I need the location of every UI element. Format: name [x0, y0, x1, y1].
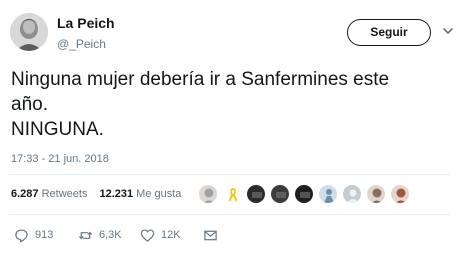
- author-name[interactable]: La Peich: [57, 15, 115, 31]
- like-count: 12K: [161, 229, 181, 241]
- author-avatar[interactable]: [10, 13, 48, 51]
- yellow-ribbon-icon[interactable]: [222, 184, 242, 204]
- tweet-menu-button[interactable]: [441, 24, 455, 38]
- likes-label: Me gusta: [136, 188, 182, 200]
- tweet-stats: 6.287 Retweets 12.231 Me gusta: [11, 188, 181, 200]
- retweets-label: Retweets: [41, 188, 88, 200]
- likes-stat[interactable]: 12.231 Me gusta: [99, 188, 181, 200]
- direct-message-button[interactable]: [203, 226, 218, 244]
- avatar-dark-icon[interactable]: [246, 184, 266, 204]
- reply-button[interactable]: 913: [14, 226, 53, 244]
- avatar-photo-icon: [10, 13, 48, 51]
- retweet-count: 6,3K: [99, 229, 122, 241]
- avatar-dark-icon[interactable]: [270, 184, 290, 204]
- avatar-figure-icon[interactable]: [318, 184, 338, 204]
- tweet-text: Ninguna mujer debería ir a Sanfermines e…: [11, 69, 390, 140]
- avatar-face-icon[interactable]: [366, 184, 386, 204]
- reply-count: 913: [35, 229, 54, 241]
- retweet-button[interactable]: 6,3K: [78, 226, 122, 244]
- author-handle[interactable]: @_Peich: [57, 37, 106, 51]
- follow-button[interactable]: Seguir: [347, 19, 431, 46]
- avatar-face-icon[interactable]: [198, 184, 218, 204]
- retweets-stat[interactable]: 6.287 Retweets: [11, 188, 87, 200]
- divider-bottom: [9, 214, 450, 215]
- like-button[interactable]: 12K: [140, 226, 181, 244]
- retweet-icon: [78, 231, 93, 239]
- heart-icon: [140, 228, 155, 242]
- divider-top: [9, 174, 450, 175]
- likes-count: 12.231: [99, 188, 134, 200]
- avatar-face-icon[interactable]: [390, 184, 410, 204]
- avatar-default-icon[interactable]: [342, 184, 362, 204]
- tweet-timestamp[interactable]: 17:33 - 21 jun. 2018: [11, 153, 109, 165]
- envelope-icon: [204, 230, 217, 240]
- chevron-down-icon: [443, 28, 453, 34]
- avatar-dark-icon[interactable]: [294, 184, 314, 204]
- retweets-count: 6.287: [11, 188, 39, 200]
- reply-icon: [15, 228, 28, 242]
